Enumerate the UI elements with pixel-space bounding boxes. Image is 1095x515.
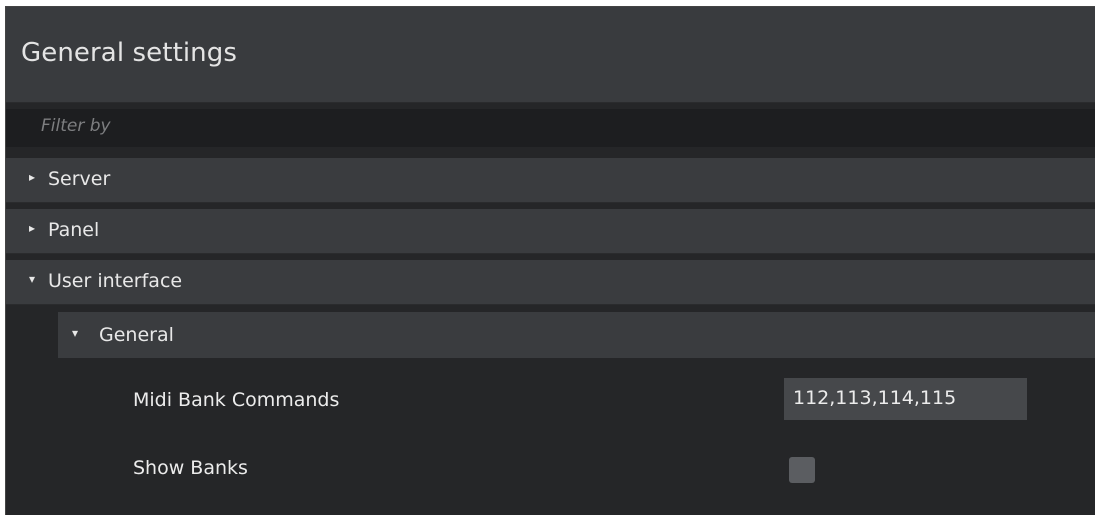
filter-bar (6, 109, 1095, 147)
section-label: Panel (48, 219, 100, 241)
title-bar: General settings (6, 7, 1095, 103)
expanded-arrow-icon: ▾ (72, 326, 79, 340)
collapsed-arrow-icon: ▸ (29, 170, 36, 184)
section-label: Server (48, 168, 111, 190)
section-server[interactable]: ▸ Server (6, 158, 1095, 203)
midi-bank-commands-label: Midi Bank Commands (133, 389, 340, 411)
filter-input[interactable] (6, 109, 1095, 147)
general-settings-panel: General settings ▸ Server ▸ Panel ▾ User… (5, 6, 1095, 515)
section-label: User interface (48, 270, 183, 292)
collapsed-arrow-icon: ▸ (29, 221, 36, 235)
panel-title: General settings (21, 38, 238, 68)
section-user-interface[interactable]: ▾ User interface (6, 260, 1095, 305)
show-banks-label: Show Banks (133, 457, 248, 479)
section-panel[interactable]: ▸ Panel (6, 209, 1095, 254)
midi-bank-commands-field[interactable] (784, 378, 1027, 420)
show-banks-checkbox[interactable] (789, 457, 815, 483)
subsection-label: General (99, 324, 174, 346)
expanded-arrow-icon: ▾ (29, 272, 36, 286)
subsection-general[interactable]: ▾ General (58, 312, 1095, 358)
